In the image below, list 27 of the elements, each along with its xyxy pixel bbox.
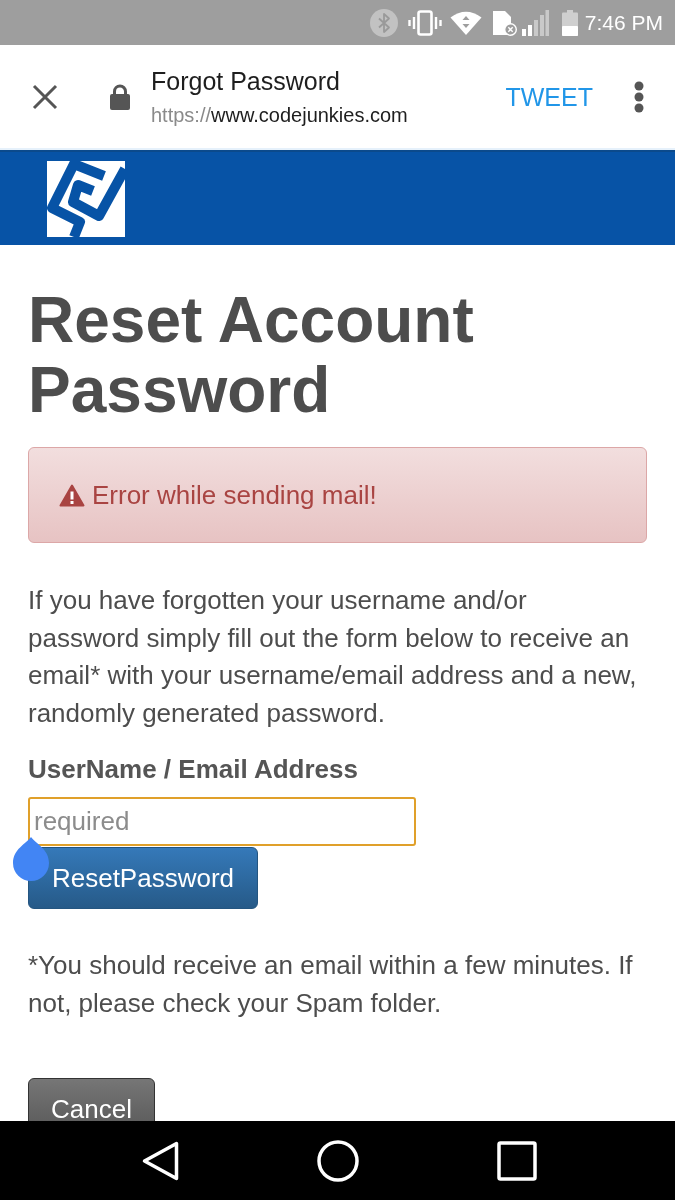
reset-password-button[interactable]: ResetPassword [28, 847, 258, 909]
sim-card-icon [491, 9, 517, 36]
page-url: https://www.codejunkies.com [151, 102, 408, 127]
instructions-text: If you have forgotten your username and/or password simply fill out the form below to receive an email* with your username/email address and a new, randomly generated password. [28, 584, 638, 730]
input-field[interactable]: required [28, 797, 416, 846]
menu-icon[interactable] [634, 80, 644, 113]
cancel-button[interactable]: Cancel [28, 1078, 155, 1121]
vibrate-icon [407, 9, 442, 36]
tweet-button[interactable]: TWEET [505, 81, 593, 112]
warning-icon [59, 483, 85, 507]
field-label: UserName / Email Address [28, 754, 359, 784]
page-heading: Reset Account Password [28, 285, 475, 425]
back-icon[interactable] [142, 1140, 179, 1181]
recent-apps-icon[interactable] [497, 1140, 537, 1181]
footnote-text: *You should receive an email within a few minutes. If not, please check your Spam folder. [28, 949, 634, 1020]
site-logo[interactable] [47, 161, 125, 237]
signal-icon [521, 9, 549, 36]
alert-message: Error while sending mail! [92, 480, 377, 510]
wifi-icon [449, 9, 482, 36]
battery-icon [561, 9, 578, 36]
page-title: Forgot Password [151, 66, 340, 95]
selection-handle-icon[interactable] [12, 836, 50, 882]
home-icon[interactable] [317, 1139, 359, 1182]
clock-time: 7:46 PM [584, 9, 663, 36]
lock-icon [110, 83, 130, 110]
close-icon[interactable] [32, 83, 58, 110]
bluetooth-icon [369, 8, 398, 37]
